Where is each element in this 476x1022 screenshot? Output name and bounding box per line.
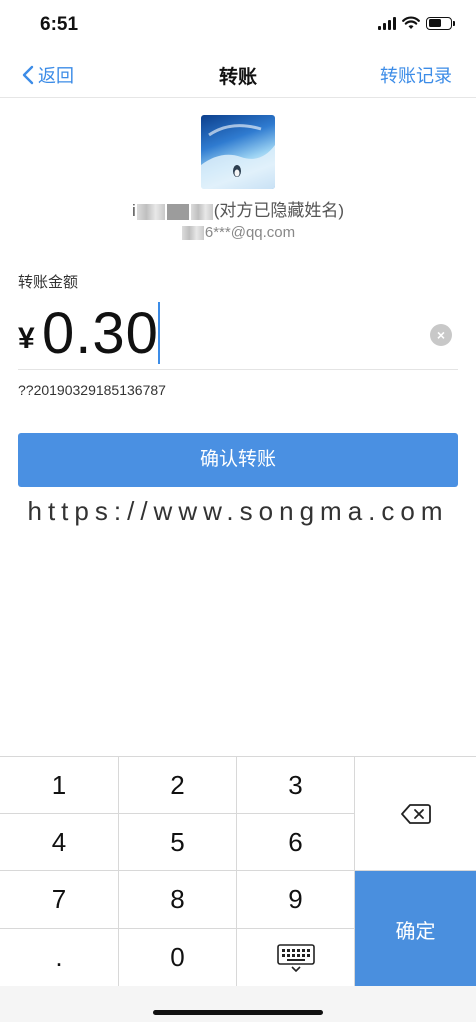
key-1[interactable]: 1	[0, 757, 119, 814]
status-icons	[378, 16, 455, 30]
confirm-transfer-button[interactable]: 确认转账	[18, 433, 458, 487]
navigation-bar: 返回 转账 转账记录	[0, 50, 476, 98]
transfer-records-link[interactable]: 转账记录	[380, 62, 452, 88]
hide-keyboard-button[interactable]	[237, 929, 355, 987]
key-3[interactable]: 3	[237, 757, 355, 814]
avatar-image	[201, 124, 275, 189]
clear-icon[interactable]: ×	[430, 324, 452, 346]
key-8[interactable]: 8	[119, 871, 237, 929]
recipient-account-text: 6***@qq.com	[204, 224, 296, 241]
recipient-account: 6***@qq.com	[0, 224, 476, 241]
redacted-name-block	[136, 203, 165, 220]
cellular-signal-icon	[378, 16, 396, 30]
currency-symbol: ¥	[18, 322, 35, 355]
numeric-keypad: 1 2 3 4 5 6 7 8 9 确定 . 0	[0, 756, 476, 987]
battery-icon	[426, 16, 455, 30]
amount-label: 转账金额	[18, 274, 79, 291]
backspace-icon	[400, 803, 431, 824]
key-9[interactable]: 9	[237, 871, 355, 929]
recipient-avatar	[201, 115, 275, 189]
key-7[interactable]: 7	[0, 871, 119, 929]
amount-value: 0.30	[42, 301, 159, 366]
home-indicator[interactable]	[153, 1010, 323, 1015]
home-indicator-area	[0, 986, 476, 1022]
backspace-button[interactable]	[355, 757, 476, 871]
key-decimal[interactable]: .	[0, 929, 119, 987]
redacted-name-block	[190, 203, 213, 220]
keypad-confirm-button[interactable]: 确定	[355, 871, 476, 987]
key-0[interactable]: 0	[119, 929, 237, 987]
text-cursor	[158, 302, 160, 364]
redacted-account-block	[181, 226, 204, 241]
keyboard-icon	[276, 943, 315, 972]
key-2[interactable]: 2	[119, 757, 237, 814]
recipient-name: i (对方已隐藏姓名)	[0, 196, 476, 221]
wifi-icon	[402, 16, 420, 29]
status-bar: 6:51	[0, 0, 476, 50]
key-6[interactable]: 6	[237, 814, 355, 871]
amount-input[interactable]: ¥ 0.30 ×	[18, 300, 458, 370]
recipient-name-prefix: i	[131, 201, 136, 220]
transfer-memo: ??20190329185136787	[18, 382, 166, 398]
watermark-text: https://www.songma.com	[27, 496, 449, 526]
key-5[interactable]: 5	[119, 814, 237, 871]
recipient-hidden-note: (对方已隐藏姓名)	[213, 201, 345, 220]
redacted-name-block	[166, 203, 189, 220]
status-time: 6:51	[40, 14, 79, 35]
key-4[interactable]: 4	[0, 814, 119, 871]
